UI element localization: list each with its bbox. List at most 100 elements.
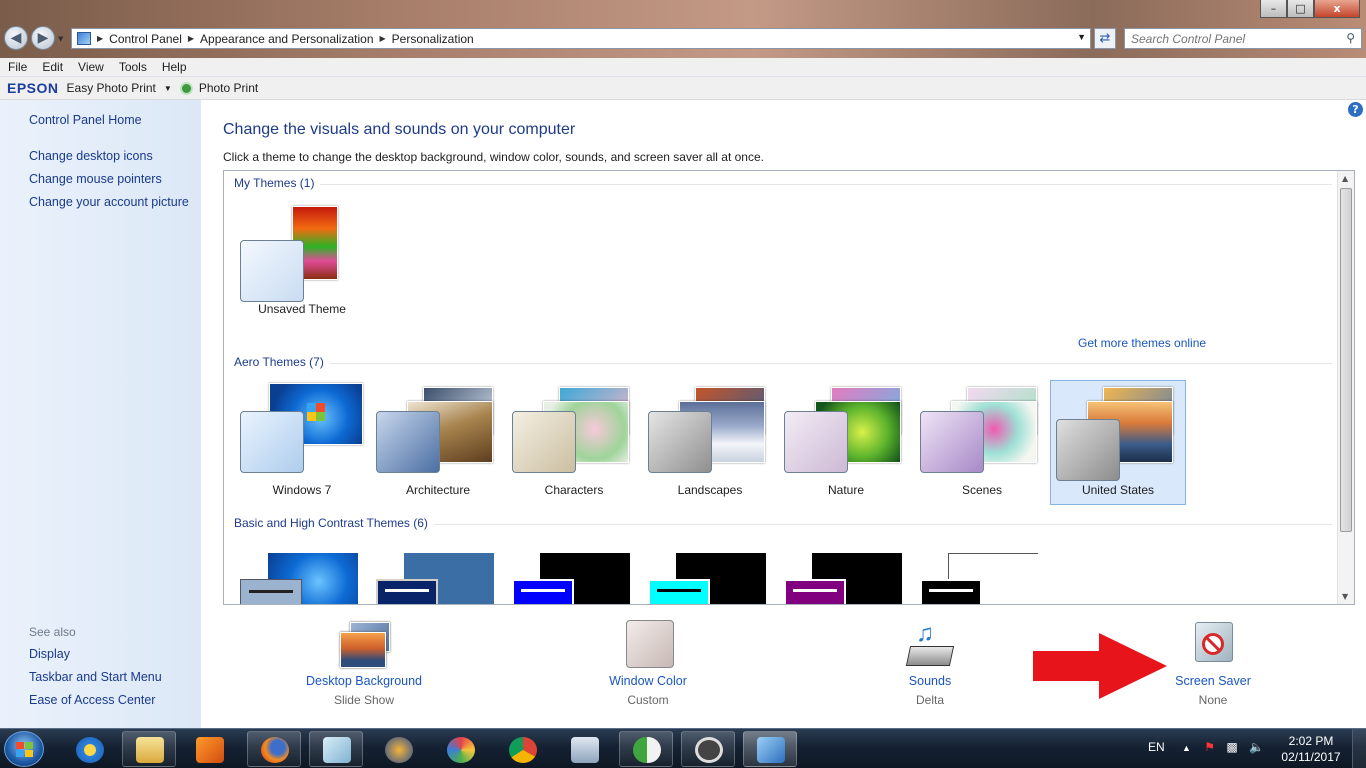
taskbar-chrome[interactable]	[495, 731, 549, 767]
taskbar-firefox[interactable]	[247, 731, 301, 767]
close-button[interactable]: x	[1314, 0, 1360, 18]
taskbar: EN ▲ ⚑ ▩ 🔈 2:02 PM 02/11/2017	[0, 728, 1366, 768]
show-desktop-button[interactable]	[1352, 729, 1366, 768]
desktop-background-link[interactable]: Desktop Background	[289, 674, 439, 688]
theme-high-contrast-1[interactable]	[510, 553, 630, 604]
language-indicator[interactable]: EN	[1148, 740, 1165, 754]
theme-list-scrollbar[interactable]: ▲ ▼	[1337, 171, 1354, 604]
clock[interactable]: 2:02 PM 02/11/2017	[1276, 733, 1346, 765]
refresh-button[interactable]: ⇄	[1094, 28, 1116, 49]
taskbar-windows-explorer[interactable]	[122, 731, 176, 767]
screen-saver-setting[interactable]: Screen Saver None	[1163, 620, 1263, 707]
menu-view[interactable]: View	[70, 60, 111, 74]
menu-edit[interactable]: Edit	[34, 60, 70, 74]
theme-high-contrast-2[interactable]	[646, 553, 766, 604]
help-icon[interactable]: ?	[1348, 102, 1363, 117]
show-hidden-icons-icon[interactable]: ▲	[1182, 743, 1191, 753]
breadcrumb-separator-icon[interactable]: ▶	[380, 34, 386, 43]
taskbar-calculator[interactable]	[557, 731, 611, 767]
theme-high-contrast-black[interactable]	[782, 553, 902, 604]
control-panel-icon	[757, 737, 785, 763]
breadcrumb-personalization[interactable]: Personalization	[392, 32, 474, 46]
ease-of-access-link[interactable]: Ease of Access Center	[29, 693, 155, 707]
search-icon[interactable]: ⚲	[1346, 31, 1355, 45]
theme-windows7[interactable]: Windows 7	[234, 380, 370, 505]
menu-help[interactable]: Help	[154, 60, 194, 74]
theme-high-contrast-white[interactable]	[918, 553, 1038, 604]
theme-architecture[interactable]: Architecture	[370, 380, 506, 505]
theme-windows7-basic[interactable]	[238, 553, 358, 604]
taskbar-app[interactable]	[371, 731, 425, 767]
volume-icon[interactable]: 🔈	[1249, 740, 1264, 754]
basic-themes-heading: Basic and High Contrast Themes (6)	[234, 516, 434, 530]
display-link[interactable]: Display	[29, 647, 70, 661]
easy-photo-print-dropdown-icon[interactable]: ▼	[164, 84, 172, 93]
capsule-icon	[633, 737, 661, 763]
change-desktop-icons-link[interactable]: Change desktop icons	[29, 149, 153, 163]
theme-label: Characters	[544, 483, 604, 497]
window-color-setting[interactable]: Window Color Custom	[573, 620, 723, 707]
taskbar-magnifier[interactable]	[681, 731, 735, 767]
theme-united-states[interactable]: United States	[1050, 380, 1186, 505]
control-panel-home-link[interactable]: Control Panel Home	[29, 113, 142, 127]
taskbar-notepad[interactable]	[309, 731, 363, 767]
address-bar[interactable]: ▶ Control Panel ▶ Appearance and Persona…	[71, 28, 1091, 49]
sounds-link[interactable]: Sounds	[895, 674, 965, 688]
breadcrumb-appearance[interactable]: Appearance and Personalization	[200, 32, 373, 46]
action-center-icon[interactable]: ⚑	[1204, 740, 1215, 754]
screen-saver-link[interactable]: Screen Saver	[1163, 674, 1263, 688]
forward-button[interactable]: ▶	[31, 26, 55, 50]
theme-label: Nature	[827, 483, 865, 497]
easy-photo-print-button[interactable]: Easy Photo Print	[67, 81, 156, 95]
theme-label: Windows 7	[272, 483, 332, 497]
maximize-button[interactable]: □	[1287, 0, 1314, 18]
photo-print-button[interactable]: Photo Print	[199, 81, 258, 95]
network-icon[interactable]: ▩	[1226, 740, 1237, 754]
taskbar-media-player[interactable]	[182, 731, 236, 767]
breadcrumb-separator-icon[interactable]: ▶	[188, 34, 194, 43]
window-color-icon	[620, 620, 676, 670]
get-more-themes-link[interactable]: Get more themes online	[1078, 336, 1206, 350]
window-color-value: Custom	[627, 693, 669, 707]
back-button[interactable]: ◀	[4, 26, 28, 50]
taskbar-control-panel[interactable]	[743, 731, 797, 767]
scrollbar-thumb[interactable]	[1340, 188, 1352, 532]
taskbar-start-menu-link[interactable]: Taskbar and Start Menu	[29, 670, 162, 684]
menu-tools[interactable]: Tools	[111, 60, 154, 74]
menu-file[interactable]: File	[0, 60, 34, 74]
my-themes-heading: My Themes (1)	[234, 176, 321, 190]
taskbar-paint[interactable]	[433, 731, 487, 767]
theme-characters[interactable]: Characters	[506, 380, 642, 505]
theme-color-swatch	[784, 579, 846, 604]
system-tray: EN ▲ ⚑ ▩ 🔈	[1148, 740, 1264, 754]
theme-windows-classic[interactable]	[374, 553, 494, 604]
photo-print-icon	[179, 81, 193, 95]
start-button[interactable]	[4, 731, 44, 767]
address-dropdown-icon[interactable]: ▼	[1077, 32, 1086, 42]
change-mouse-pointers-link[interactable]: Change mouse pointers	[29, 172, 162, 186]
taskbar-app-green[interactable]	[619, 731, 673, 767]
change-account-picture-link[interactable]: Change your account picture	[29, 195, 189, 209]
theme-glass-swatch	[1056, 419, 1120, 481]
recent-pages-dropdown[interactable]: ▼	[58, 35, 63, 43]
window-color-link[interactable]: Window Color	[573, 674, 723, 688]
scroll-down-icon[interactable]: ▼	[1342, 592, 1348, 601]
theme-color-swatch	[648, 579, 710, 604]
minimize-button[interactable]: –	[1260, 0, 1287, 18]
desktop-background-setting[interactable]: Desktop Background Slide Show	[289, 620, 439, 707]
search-box[interactable]: ⚲	[1124, 28, 1362, 49]
theme-landscapes[interactable]: Landscapes	[642, 380, 778, 505]
theme-scenes[interactable]: Scenes	[914, 380, 1050, 505]
taskbar-internet-explorer[interactable]	[62, 731, 116, 767]
breadcrumb-control-panel[interactable]: Control Panel	[109, 32, 182, 46]
theme-unsaved[interactable]: Unsaved Theme	[234, 199, 370, 324]
theme-nature[interactable]: Nature	[778, 380, 914, 505]
theme-color-swatch	[376, 579, 438, 604]
search-input[interactable]	[1131, 31, 1331, 46]
desktop-background-icon	[336, 620, 392, 670]
scroll-up-icon[interactable]: ▲	[1342, 174, 1348, 183]
clock-date: 02/11/2017	[1281, 750, 1341, 764]
firefox-icon	[261, 737, 289, 763]
sounds-setting[interactable]: ♫ Sounds Delta	[895, 620, 965, 707]
media-player-icon	[196, 737, 224, 763]
